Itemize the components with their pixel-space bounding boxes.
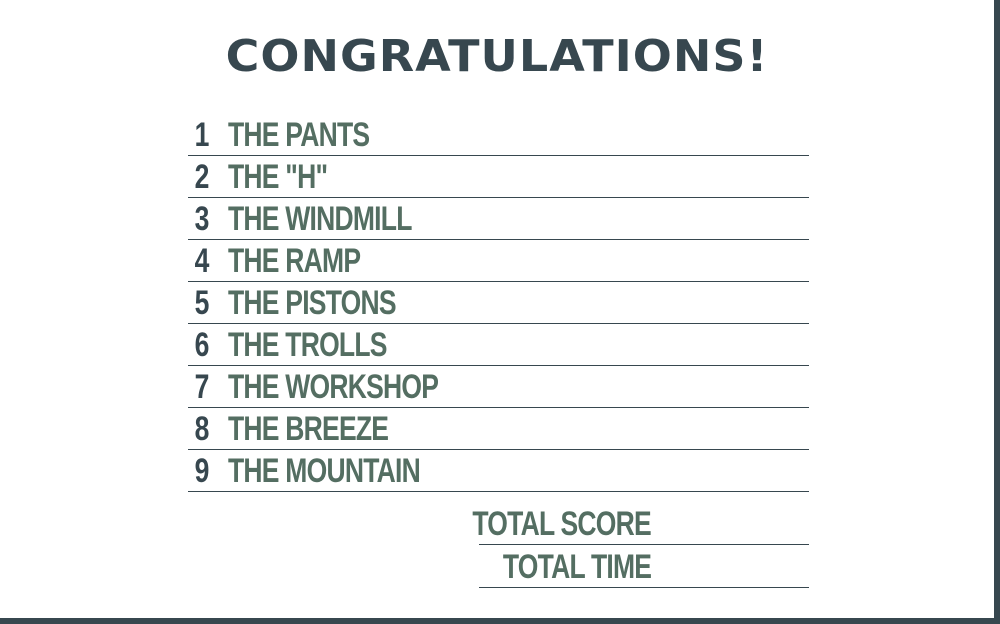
- hole-row-2: 2 THE "H": [188, 156, 809, 198]
- hole-name: THE BREEZE: [228, 410, 389, 448]
- hole-row-4: 4 THE RAMP: [188, 240, 809, 282]
- total-score-row: TOTAL SCORE: [472, 502, 809, 545]
- hole-list: 1 THE PANTS 2 THE "H" 3 THE WINDMILL 4 T…: [188, 114, 809, 492]
- hole-number: 2: [194, 158, 210, 196]
- hole-row-9: 9 THE MOUNTAIN: [188, 450, 809, 492]
- hole-number: 6: [194, 326, 210, 364]
- hole-name: THE "H": [228, 158, 328, 196]
- total-score-label: TOTAL SCORE: [472, 505, 651, 543]
- hole-name: THE MOUNTAIN: [228, 452, 421, 490]
- hole-name: THE TROLLS: [228, 326, 387, 364]
- hole-name: THE WINDMILL: [228, 200, 412, 238]
- hole-name: THE WORKSHOP: [228, 368, 439, 406]
- hole-row-5: 5 THE PISTONS: [188, 282, 809, 324]
- scorecard-screen: CONGRATULATIONS! 1 THE PANTS 2 THE "H" 3…: [0, 0, 1000, 624]
- hole-number: 4: [194, 242, 210, 280]
- hole-number: 1: [194, 116, 210, 154]
- hole-name: THE RAMP: [228, 242, 361, 280]
- page-title: CONGRATULATIONS!: [225, 30, 769, 82]
- frame-border-bottom: [0, 618, 1000, 624]
- total-time-row: TOTAL TIME: [479, 545, 809, 588]
- hole-row-1: 1 THE PANTS: [188, 114, 809, 156]
- hole-number: 7: [194, 368, 210, 406]
- hole-row-3: 3 THE WINDMILL: [188, 198, 809, 240]
- hole-row-6: 6 THE TROLLS: [188, 324, 809, 366]
- total-time-label: TOTAL TIME: [502, 548, 652, 586]
- hole-name: THE PISTONS: [228, 284, 397, 322]
- hole-name: THE PANTS: [228, 116, 370, 154]
- hole-number: 9: [194, 452, 210, 490]
- hole-row-7: 7 THE WORKSHOP: [188, 366, 809, 408]
- hole-number: 5: [194, 284, 210, 322]
- frame-border-right: [994, 0, 1000, 624]
- hole-number: 8: [194, 410, 210, 448]
- totals-section: TOTAL SCORE TOTAL TIME: [472, 502, 809, 588]
- hole-row-8: 8 THE BREEZE: [188, 408, 809, 450]
- hole-number: 3: [194, 200, 210, 238]
